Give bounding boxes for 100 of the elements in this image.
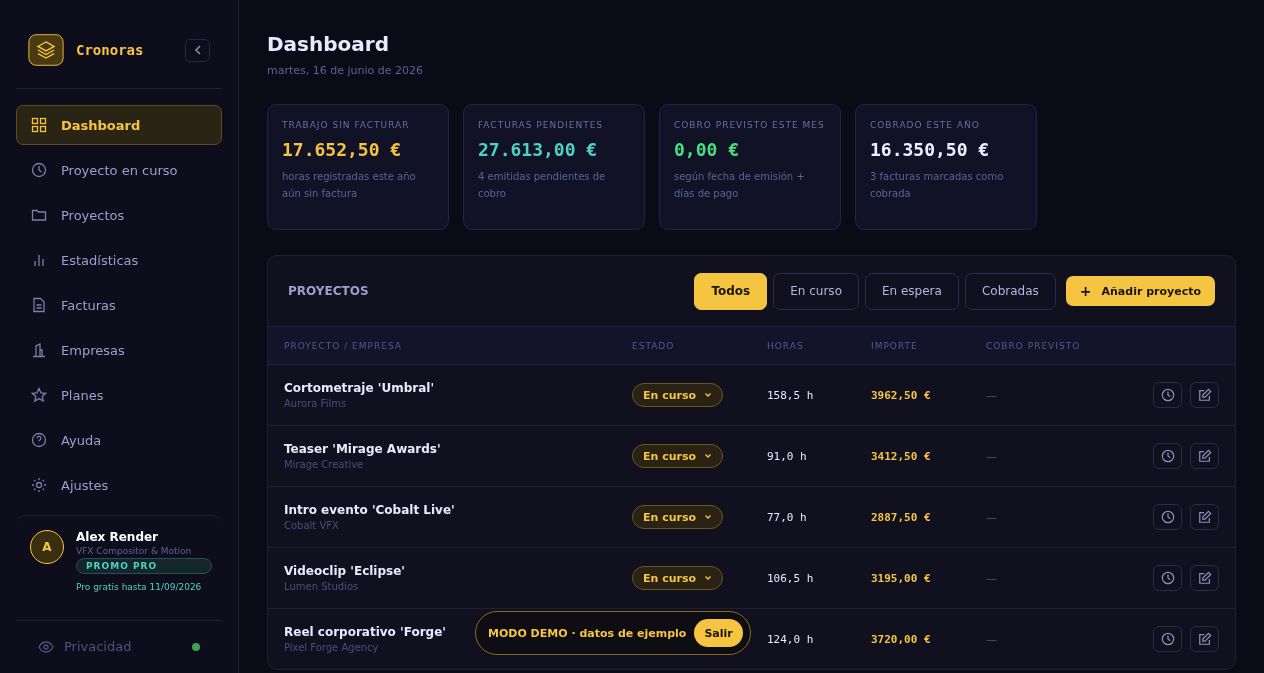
plan-badge: PROMO PRO xyxy=(76,558,212,574)
brand-name: Cronoras xyxy=(76,42,145,58)
chevron-down-icon xyxy=(704,453,713,459)
grid-icon xyxy=(31,117,47,133)
hours-cell-text: 158,5 h xyxy=(767,388,815,402)
nav-item[interactable]: Planes xyxy=(16,375,222,415)
stat-value: 16.350,50 € xyxy=(870,139,990,160)
hours-cell-text: 124,0 h xyxy=(767,632,815,646)
folder-icon xyxy=(31,207,47,223)
time-button[interactable] xyxy=(1153,382,1182,408)
clock-icon xyxy=(1160,632,1175,646)
nav-item[interactable]: Dashboard xyxy=(16,105,222,145)
column-header: IMPORTE xyxy=(871,340,919,351)
clock-icon xyxy=(31,162,47,178)
plan-note: Pro gratis hasta 11/09/2026 xyxy=(76,582,202,592)
hours-cell-text: 91,0 h xyxy=(767,449,808,463)
chevron-left-icon xyxy=(193,45,202,55)
clock-icon xyxy=(1160,449,1175,463)
nav-item[interactable]: Proyectos xyxy=(16,195,222,235)
edit-button[interactable] xyxy=(1190,565,1219,591)
nav-item[interactable]: Ayuda xyxy=(16,420,222,460)
clock-icon xyxy=(1160,510,1175,524)
nav-item[interactable]: Estadísticas xyxy=(16,240,222,280)
time-button[interactable] xyxy=(1153,626,1182,652)
project-name: Videoclip 'Eclipse' xyxy=(284,564,406,578)
edit-icon xyxy=(1197,388,1212,402)
column-header: HORAS xyxy=(767,340,805,351)
edit-button[interactable] xyxy=(1190,443,1219,469)
hours-cell-text: 106,5 h xyxy=(767,571,815,585)
column-header: PROYECTO / EMPRESA xyxy=(284,340,403,351)
filter-tab[interactable]: En curso xyxy=(773,272,859,310)
column-header: COBRO PREVISTO xyxy=(986,340,1082,351)
edit-button[interactable] xyxy=(1190,382,1219,408)
amount-cell-text: 3962,50 € xyxy=(871,388,932,402)
status-dropdown[interactable]: En curso xyxy=(632,505,724,529)
edit-button[interactable] xyxy=(1190,626,1219,652)
edit-icon xyxy=(1197,510,1212,524)
company-name: Aurora Films xyxy=(284,398,347,409)
page-title: Dashboard xyxy=(267,32,390,56)
star-icon xyxy=(31,387,47,403)
clock-icon xyxy=(1160,571,1175,585)
due-cell-text: — xyxy=(986,388,998,402)
stat-label: FACTURAS PENDIENTES xyxy=(478,119,604,132)
stat-label: TRABAJO SIN FACTURAR xyxy=(282,119,410,132)
due-cell-text: — xyxy=(986,449,998,463)
nav-item[interactable]: Proyecto en curso xyxy=(16,150,222,190)
nav-item[interactable]: Facturas xyxy=(16,285,222,325)
stat-value: 17.652,50 € xyxy=(282,139,402,160)
amount-cell-text: 2887,50 € xyxy=(871,510,932,524)
user-role: VFX Compositor & Motion xyxy=(76,546,192,556)
status-dropdown[interactable]: En curso xyxy=(632,566,724,590)
edit-button[interactable] xyxy=(1190,504,1219,530)
project-name: Teaser 'Mirage Awards' xyxy=(284,442,441,456)
collapse-button[interactable] xyxy=(185,38,210,62)
stat-note: 4 emitidas pendientes de cobro xyxy=(478,170,607,201)
chevron-down-icon xyxy=(704,575,713,581)
time-button[interactable] xyxy=(1153,565,1182,591)
status-dropdown[interactable]: En curso xyxy=(632,383,724,407)
company-name: Pixel Forge Agency xyxy=(284,642,379,653)
stat-label: COBRADO ESTE AÑO xyxy=(870,119,980,132)
status-dropdown[interactable]: En curso xyxy=(632,444,724,468)
due-cell-text: — xyxy=(986,510,998,524)
column-header: ESTADO xyxy=(632,340,676,351)
user-avatar: A xyxy=(30,530,64,564)
help-icon xyxy=(31,432,47,448)
amount-cell-text: 3412,50 € xyxy=(871,449,932,463)
edit-icon xyxy=(1197,632,1212,646)
due-cell-text: — xyxy=(986,571,998,585)
company-name: Mirage Creative xyxy=(284,459,364,470)
nav-item[interactable]: Ajustes xyxy=(16,465,222,505)
edit-icon xyxy=(1197,449,1212,463)
edit-icon xyxy=(1197,571,1212,585)
exit-demo-button[interactable]: Salir xyxy=(694,619,743,647)
document-icon xyxy=(31,297,47,313)
hours-cell-text: 77,0 h xyxy=(767,510,808,524)
project-name: Intro evento 'Cobalt Live' xyxy=(284,503,455,517)
nav-item[interactable]: Empresas xyxy=(16,330,222,370)
chevron-down-icon xyxy=(704,514,713,520)
user-name: Alex Render xyxy=(76,530,159,544)
project-name: Cortometraje 'Umbral' xyxy=(284,381,435,395)
stat-note: horas registradas este año aún sin factura xyxy=(282,170,417,201)
time-button[interactable] xyxy=(1153,504,1182,530)
amount-cell-text: 3720,00 € xyxy=(871,632,932,646)
filter-tab[interactable]: Cobradas xyxy=(964,272,1056,310)
company-name: Lumen Studios xyxy=(284,581,359,592)
filter-tab[interactable]: Todos xyxy=(694,272,768,310)
stat-note: según fecha de emisión + días de pago xyxy=(674,170,806,201)
eye-icon xyxy=(38,640,54,653)
clock-icon xyxy=(1160,388,1175,402)
time-button[interactable] xyxy=(1153,443,1182,469)
amount-cell-text: 3195,00 € xyxy=(871,571,932,585)
stat-value: 27.613,00 € xyxy=(478,139,598,160)
demo-text: MODO DEMO · datos de ejemplo xyxy=(488,626,687,640)
building-icon xyxy=(31,342,47,358)
stat-note: 3 facturas marcadas como cobrada xyxy=(870,170,1005,201)
stat-value: 0,00 € xyxy=(674,139,740,160)
add-project-button[interactable]: + Añadir proyecto xyxy=(1065,276,1215,306)
due-cell-text: — xyxy=(986,632,998,646)
settings-icon xyxy=(31,477,47,493)
filter-tab[interactable]: En espera xyxy=(864,272,959,310)
